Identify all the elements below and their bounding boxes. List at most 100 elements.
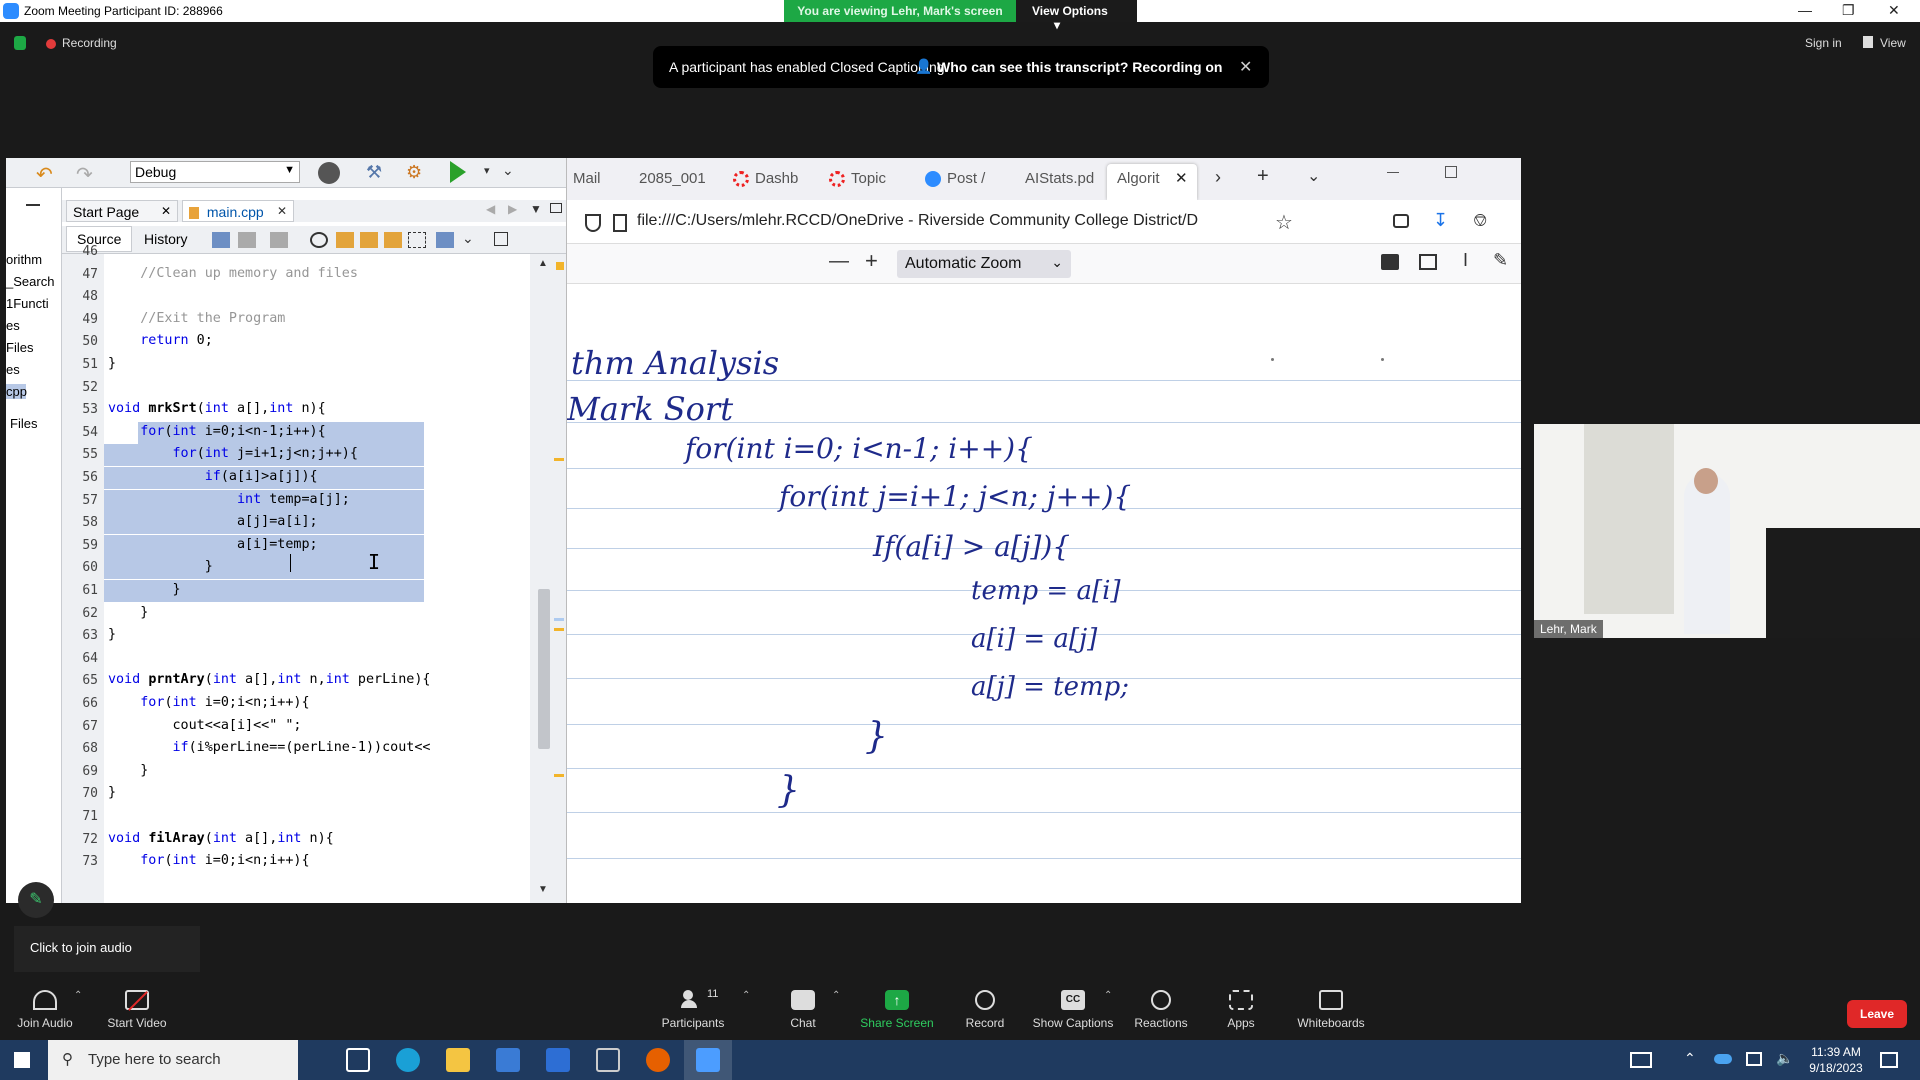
close-tab-icon[interactable]: ✕ bbox=[1175, 169, 1188, 187]
project-item[interactable]: Files bbox=[6, 340, 33, 355]
close-tab-icon[interactable]: ✕ bbox=[161, 204, 171, 218]
project-item[interactable]: es bbox=[6, 318, 20, 333]
apps-button[interactable]: Apps bbox=[1196, 990, 1286, 1030]
minimize-panel-icon[interactable] bbox=[26, 204, 40, 206]
minimize-icon[interactable]: — bbox=[1798, 2, 1812, 18]
join-audio-popup[interactable]: Click to join audio bbox=[14, 926, 200, 972]
scroll-up-icon[interactable]: ▲ bbox=[538, 258, 548, 269]
redo-icon[interactable]: ↷ bbox=[76, 162, 102, 186]
browser-tab-mail[interactable]: Mail bbox=[573, 170, 601, 187]
code-line[interactable]: } bbox=[108, 559, 213, 574]
zoom-select[interactable]: Automatic Zoom ⌄ bbox=[897, 250, 1071, 278]
undo-icon[interactable]: ↶ bbox=[36, 162, 62, 186]
browser-maximize-icon[interactable] bbox=[1445, 166, 1457, 178]
project-item[interactable]: Files bbox=[10, 416, 37, 431]
code-line[interactable]: } bbox=[108, 605, 148, 620]
project-item[interactable]: es bbox=[6, 362, 20, 377]
firefox-icon[interactable] bbox=[646, 1048, 670, 1072]
extensions-icon[interactable]: ⎊ bbox=[1473, 210, 1487, 231]
code-line[interactable]: } bbox=[108, 763, 148, 778]
mail-icon[interactable] bbox=[546, 1048, 570, 1072]
project-item-selected[interactable]: cpp bbox=[6, 384, 27, 399]
code-line[interactable]: if(a[i]>a[j]){ bbox=[108, 469, 318, 484]
clean-build-icon[interactable]: ⚙ bbox=[406, 162, 428, 184]
url-field[interactable]: file:///C:/Users/mlehr.RCCD/OneDrive - R… bbox=[637, 212, 1257, 230]
whiteboards-button[interactable]: Whiteboards bbox=[1286, 990, 1376, 1030]
browser-tab-aistats[interactable]: AIStats.pd bbox=[1025, 170, 1094, 187]
notifications-icon[interactable] bbox=[1880, 1052, 1898, 1068]
editor-scrollbar[interactable]: ▲ ▼ bbox=[530, 254, 566, 903]
text-tool-icon[interactable]: I bbox=[1463, 250, 1468, 271]
find-previous-icon[interactable] bbox=[336, 232, 354, 248]
recording-status[interactable]: Recording bbox=[62, 36, 117, 50]
browser-tab-2085[interactable]: 2085_001 bbox=[639, 170, 706, 187]
audio-options-chevron-icon[interactable]: ⌃ bbox=[74, 990, 82, 1001]
captions-chevron-icon[interactable]: ⌃ bbox=[1104, 990, 1112, 1001]
bookmark-star-icon[interactable]: ☆ bbox=[1275, 210, 1293, 235]
app-cube-icon[interactable] bbox=[596, 1048, 620, 1072]
keyboard-icon[interactable] bbox=[1630, 1052, 1652, 1068]
tab-scroll-right-icon[interactable]: ▶ bbox=[508, 202, 517, 216]
participants-button[interactable]: 11 Participants bbox=[648, 988, 738, 1030]
code-line[interactable]: for(int j=i+1;j<n;j++){ bbox=[108, 446, 358, 461]
toggle-bookmark-icon[interactable] bbox=[436, 232, 454, 248]
build-config-select[interactable]: Debug ▼ bbox=[130, 161, 300, 183]
windows-start-icon[interactable] bbox=[14, 1052, 30, 1068]
view-button[interactable]: View bbox=[1880, 36, 1906, 50]
more-tools-icon[interactable]: ⌄ bbox=[502, 162, 514, 179]
project-item[interactable]: 1Functi bbox=[6, 296, 49, 311]
record-button[interactable]: Record bbox=[940, 990, 1030, 1030]
tab-start-page[interactable]: Start Page ✕ bbox=[66, 200, 178, 222]
file-explorer-icon[interactable] bbox=[446, 1048, 470, 1072]
code-line[interactable]: //Clean up memory and files bbox=[108, 266, 358, 281]
close-tab-icon[interactable]: ✕ bbox=[277, 204, 287, 218]
scroll-down-icon[interactable]: ▼ bbox=[538, 884, 548, 895]
code-line[interactable]: void filAray(int a[],int n){ bbox=[108, 831, 334, 846]
code-line[interactable]: void prntAry(int a[],int n,int perLine){ bbox=[108, 672, 431, 687]
browser-tab-topics[interactable]: Topic bbox=[851, 170, 886, 187]
downloads-icon[interactable]: ↧ bbox=[1433, 210, 1448, 231]
globe-icon[interactable] bbox=[318, 162, 340, 184]
code-line[interactable]: } bbox=[108, 785, 116, 800]
tab-history[interactable]: History bbox=[136, 231, 196, 247]
code-line[interactable]: if(i%perLine==(perLine-1))cout<< bbox=[108, 740, 431, 755]
annotate-pen-button[interactable]: ✎ bbox=[18, 882, 54, 918]
back-icon[interactable] bbox=[238, 232, 256, 248]
share-screen-button[interactable]: ↑ Share Screen bbox=[852, 990, 942, 1030]
build-hammer-icon[interactable]: ⚒ bbox=[366, 162, 386, 184]
run-icon[interactable] bbox=[450, 161, 466, 183]
split-editor-icon[interactable] bbox=[494, 232, 508, 246]
browser-tab-dashboard[interactable]: Dashb bbox=[755, 170, 798, 187]
find-selection-icon[interactable] bbox=[384, 232, 402, 248]
chat-chevron-icon[interactable]: ⌃ bbox=[832, 990, 840, 1001]
zoom-in-icon[interactable]: + bbox=[865, 248, 878, 274]
task-view-icon[interactable] bbox=[346, 1048, 370, 1072]
restore-icon[interactable]: ❐ bbox=[1842, 2, 1855, 19]
code-editor[interactable]: //Clean up memory and files //Exit the P… bbox=[104, 254, 530, 903]
onedrive-icon[interactable] bbox=[1714, 1054, 1732, 1064]
draw-tool-icon[interactable]: ✎ bbox=[1493, 250, 1508, 271]
shield-icon[interactable] bbox=[585, 214, 601, 232]
cc-transcript-link[interactable]: Who can see this transcript? Recording o… bbox=[937, 59, 1222, 75]
sign-in-button[interactable]: Sign in bbox=[1805, 36, 1842, 50]
print-icon[interactable] bbox=[1381, 254, 1399, 270]
project-item[interactable]: _Search bbox=[6, 274, 54, 289]
find-icon[interactable] bbox=[310, 232, 328, 248]
scrollbar-thumb[interactable] bbox=[538, 589, 550, 749]
browser-tab-post[interactable]: Post / bbox=[947, 170, 985, 187]
reactions-button[interactable]: Reactions bbox=[1116, 990, 1206, 1030]
code-line[interactable]: for(int i=0;i<n;i++){ bbox=[108, 853, 309, 868]
new-tab-icon[interactable]: + bbox=[1257, 165, 1269, 188]
toggle-rect-selection-icon[interactable] bbox=[408, 232, 426, 248]
edge-icon[interactable] bbox=[396, 1048, 420, 1072]
run-dropdown-icon[interactable]: ▾ bbox=[484, 164, 490, 177]
tab-main-cpp[interactable]: main.cpp ✕ bbox=[182, 200, 294, 222]
code-line[interactable]: a[j]=a[i]; bbox=[108, 514, 318, 529]
view-options-button[interactable]: View Options ▾ bbox=[1016, 0, 1137, 32]
project-item[interactable]: orithm bbox=[6, 252, 42, 267]
leave-button[interactable]: Leave bbox=[1847, 1000, 1907, 1028]
video-tile[interactable] bbox=[1534, 424, 1920, 638]
tab-list-icon[interactable]: ▼ bbox=[530, 202, 542, 216]
pocket-icon[interactable] bbox=[1393, 214, 1409, 228]
code-line[interactable]: return 0; bbox=[108, 333, 213, 348]
